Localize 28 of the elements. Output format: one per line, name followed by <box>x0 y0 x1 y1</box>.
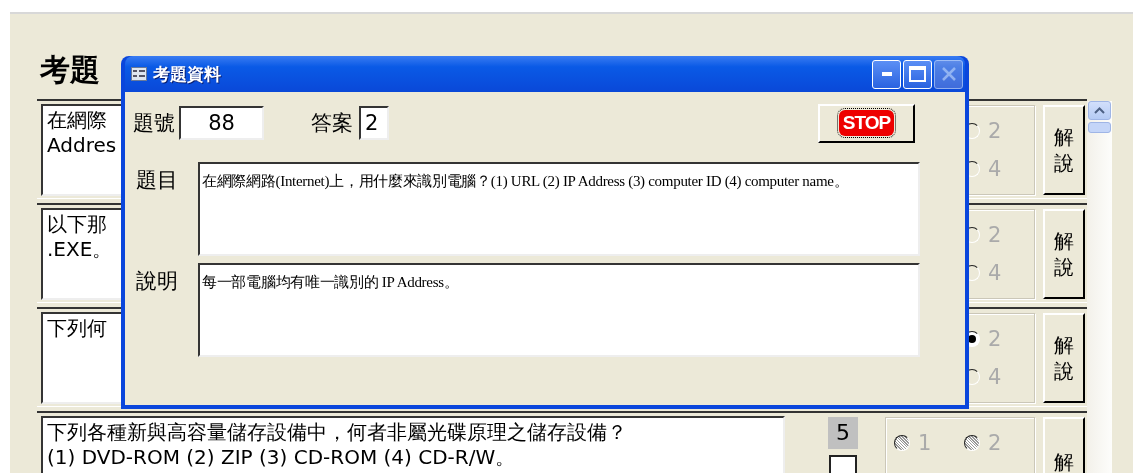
close-icon <box>940 66 957 82</box>
question-label: 題目 <box>136 167 179 194</box>
vertical-scrollbar[interactable] <box>1087 101 1112 473</box>
number-field[interactable]: 88 <box>179 106 264 140</box>
question-textarea[interactable]: 在網際網路(Internet)上，用什麼來識別電腦？(1) URL (2) IP Address (3) computer ID (4) computer name。 <box>198 162 920 256</box>
explain-button[interactable]: 解說 <box>1043 209 1085 299</box>
explain-button[interactable]: 解 <box>1043 417 1085 473</box>
form-title: 考題 <box>40 52 100 88</box>
explanation-label: 說明 <box>136 268 179 295</box>
stop-button[interactable]: STOP <box>818 103 915 143</box>
question-number: 5 <box>828 417 858 449</box>
scroll-up-button[interactable] <box>1088 101 1111 120</box>
explanation-textarea[interactable]: 每一部電腦均有唯一識別的 IP Address。 <box>198 263 920 357</box>
form-icon <box>131 67 147 81</box>
question-text: 下列各種新與高容量儲存設備中，何者非屬光碟原理之儲存設備？ (1) DVD-ROM (2) ZIP (3) CD-ROM (4) CD-R/W。 <box>41 415 785 473</box>
maximize-icon <box>909 66 926 82</box>
explain-button[interactable]: 解說 <box>1043 105 1085 195</box>
minimize-button[interactable] <box>872 59 901 89</box>
caret-up-icon <box>1094 107 1105 114</box>
minimize-icon <box>881 72 892 76</box>
small-field[interactable] <box>829 455 857 473</box>
maximize-button[interactable] <box>903 59 932 89</box>
explain-button[interactable]: 解說 <box>1043 313 1085 403</box>
dialog-title: 考題資料 <box>153 62 221 86</box>
answer-field[interactable]: 2 <box>359 106 389 140</box>
scroll-thumb[interactable] <box>1088 122 1111 133</box>
number-label: 題號 <box>133 110 175 137</box>
answer-label: 答案 <box>311 110 353 137</box>
